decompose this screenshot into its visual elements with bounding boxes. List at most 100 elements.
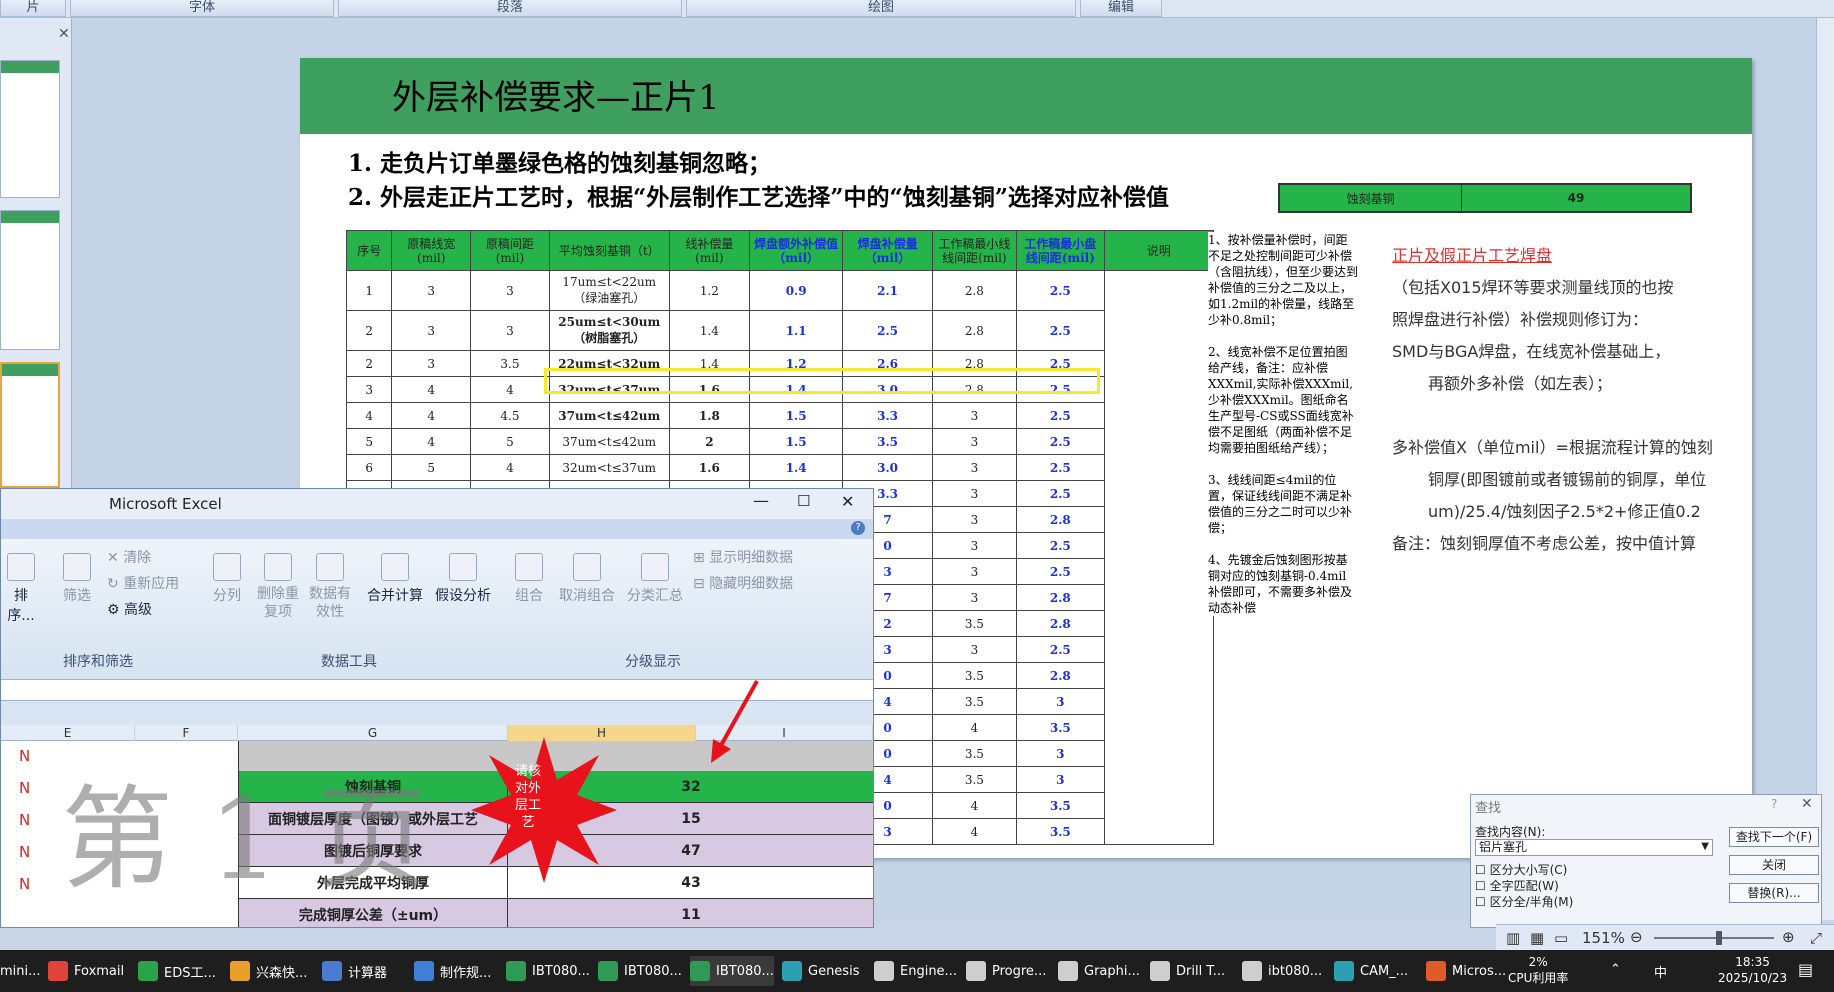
help-icon[interactable]: ?: [851, 521, 865, 535]
slide-thumbnail[interactable]: [0, 60, 60, 198]
taskbar-item[interactable]: CAM_...: [1334, 956, 1408, 986]
sort-button[interactable]: 排序...: [1, 553, 41, 625]
notification-icon[interactable]: ▤: [1798, 960, 1813, 979]
taskbar-item[interactable]: Foxmail: [48, 956, 124, 986]
table-cell: 3: [931, 402, 1017, 429]
zoom-in-icon[interactable]: ⊕: [1782, 928, 1795, 946]
taskbar-item-label: Drill T...: [1176, 963, 1226, 979]
table-cell: 3.3: [842, 402, 933, 429]
dropdown-arrow-icon[interactable]: ▼: [1701, 839, 1709, 854]
hide-detail-button[interactable]: ⊟ 隐藏明细数据: [693, 573, 793, 593]
chevron-up-icon[interactable]: ⌃: [1610, 962, 1621, 977]
taskbar-item[interactable]: Micros...: [1426, 956, 1506, 986]
find-help-icon[interactable]: ?: [1771, 797, 1777, 811]
taskbar-item[interactable]: 制作规...: [414, 956, 491, 986]
slide-line-1: 1. 走负片订单墨绿色格的蚀刻基铜忽略；: [348, 150, 772, 177]
find-close-button[interactable]: 关闭: [1729, 855, 1819, 875]
taskbar-item[interactable]: IBT080...: [506, 956, 590, 986]
text-to-columns-button[interactable]: 分列: [207, 553, 247, 605]
ime-indicator[interactable]: 中: [1654, 962, 1667, 981]
close-icon[interactable]: ✕: [841, 492, 854, 511]
taskbar-item[interactable]: 兴森快...: [230, 956, 307, 986]
excel-window[interactable]: Microsoft Excel — ☐ ✕ ? 排序... 筛选 ✕ 清除 ↻ …: [0, 488, 874, 928]
col-header-f[interactable]: F: [135, 725, 238, 741]
maximize-icon[interactable]: ☐: [797, 492, 810, 510]
find-next-button[interactable]: 查找下一个(F): [1729, 827, 1819, 847]
full-half-width-option[interactable]: ☐ 区分全/半角(M): [1475, 893, 1573, 910]
find-input[interactable]: 铝片塞孔 ▼: [1475, 839, 1713, 856]
funnel-icon: [63, 553, 91, 581]
table-cell: 4: [391, 428, 472, 455]
ribbon-group-editing[interactable]: 编辑: [1080, 0, 1162, 17]
table-cell: 3: [391, 350, 472, 377]
col-header-g[interactable]: G: [238, 725, 508, 741]
group-button[interactable]: 组合: [509, 553, 549, 605]
taskbar-item-label: IBT080...: [532, 963, 590, 979]
ribbon-group-drawing[interactable]: 绘图: [686, 0, 1076, 17]
ungroup-button[interactable]: 取消组合: [555, 553, 619, 605]
reapply-button[interactable]: ↻ 重新应用: [107, 573, 179, 593]
data-validation-button[interactable]: 数据有效性: [305, 553, 355, 621]
filter-button[interactable]: 筛选: [57, 553, 97, 605]
col-header-e[interactable]: E: [1, 725, 135, 741]
taskbar-item-label: IBT080...: [716, 963, 774, 979]
table-cell: 0.9: [749, 270, 844, 311]
close-pane-icon[interactable]: ✕: [58, 26, 70, 42]
find-dialog[interactable]: 查找 ? ✕ 查找内容(N): 铝片塞孔 ▼ ☐ 区分大小写(C) ☐ 全字匹配(…: [1470, 794, 1822, 928]
sorter-view-icon[interactable]: ▦: [1530, 929, 1544, 947]
taskbar-item[interactable]: Graphi...: [1058, 956, 1140, 986]
zoom-slider[interactable]: [1654, 937, 1774, 939]
normal-view-icon[interactable]: ▥: [1506, 929, 1520, 947]
fit-window-icon[interactable]: ⤢: [1810, 929, 1822, 947]
show-detail-button[interactable]: ⊞ 显示明细数据: [693, 547, 793, 567]
taskbar-item[interactable]: IBT080...: [598, 956, 682, 986]
vertical-scrollbar[interactable]: [1816, 18, 1834, 920]
app-icon: [1242, 961, 1262, 981]
zoom-slider-thumb[interactable]: [1716, 931, 1722, 945]
table-header-cell: 线补偿量(mil): [668, 230, 751, 271]
taskbar-item[interactable]: 计算器: [322, 956, 387, 986]
taskbar-item[interactable]: ibt080...: [1242, 956, 1322, 986]
find-close-icon[interactable]: ✕: [1801, 796, 1813, 812]
cpu-widget[interactable]: 2% CPU利用率: [1508, 954, 1568, 986]
slide-thumbnail-selected[interactable]: [0, 362, 60, 488]
app-icon: [782, 961, 802, 981]
taskbar-item-label: Foxmail: [74, 963, 125, 979]
taskbar-item[interactable]: mini...: [0, 956, 41, 986]
advanced-button[interactable]: ⚙ 高级: [107, 599, 152, 619]
table-cell: 1.1: [749, 310, 844, 351]
red-arrow: [711, 680, 759, 763]
zoom-out-icon[interactable]: ⊖: [1630, 928, 1643, 946]
table-cell: 2.8: [1015, 610, 1105, 637]
whole-word-option[interactable]: ☐ 全字匹配(W): [1475, 877, 1559, 894]
zoom-level[interactable]: 151%: [1582, 929, 1625, 947]
taskbar-item[interactable]: Drill T...: [1150, 956, 1225, 986]
consolidate-button[interactable]: 合并计算: [363, 553, 427, 605]
table-cell: 2: [345, 310, 393, 351]
remove-duplicates-button[interactable]: 删除重复项: [255, 553, 301, 621]
match-case-option[interactable]: ☐ 区分大小写(C): [1475, 861, 1567, 878]
taskbar-item[interactable]: Genesis: [782, 956, 859, 986]
taskbar-item-label: Graphi...: [1084, 963, 1140, 979]
ribbon-group-font[interactable]: 字体: [70, 0, 334, 17]
subtotal-button[interactable]: 分类汇总: [623, 553, 687, 605]
table-cell: 1.4: [749, 454, 844, 481]
excel-row-value[interactable]: 11: [508, 899, 873, 927]
clear-button[interactable]: ✕ 清除: [107, 547, 151, 567]
what-if-button[interactable]: 假设分析: [431, 553, 495, 605]
table-cell: 2.8: [1015, 662, 1105, 689]
taskbar-item[interactable]: Progre...: [966, 956, 1046, 986]
split-icon: [213, 553, 241, 581]
slide-thumbnail[interactable]: [0, 210, 60, 350]
reading-view-icon[interactable]: ▭: [1554, 929, 1568, 947]
ribbon-group-paragraph[interactable]: 段落: [338, 0, 682, 17]
worksheet-grid[interactable]: E F G H I NNNNN 蚀刻基铜 32 面铜镀层厚度（图镀）或外层工艺 15 图…: [1, 680, 873, 927]
taskbar-item[interactable]: Engine...: [874, 956, 957, 986]
taskbar-item[interactable]: IBT080...: [690, 956, 774, 986]
replace-button[interactable]: 替换(R)...: [1729, 883, 1819, 903]
notes-column-cell: [1103, 270, 1215, 845]
ribbon-group-paragraph-start[interactable]: 片: [0, 0, 66, 17]
minimize-icon[interactable]: —: [753, 491, 769, 510]
taskbar-item[interactable]: EDS工...: [138, 956, 216, 986]
clock[interactable]: 18:35 2025/10/23: [1718, 954, 1787, 986]
